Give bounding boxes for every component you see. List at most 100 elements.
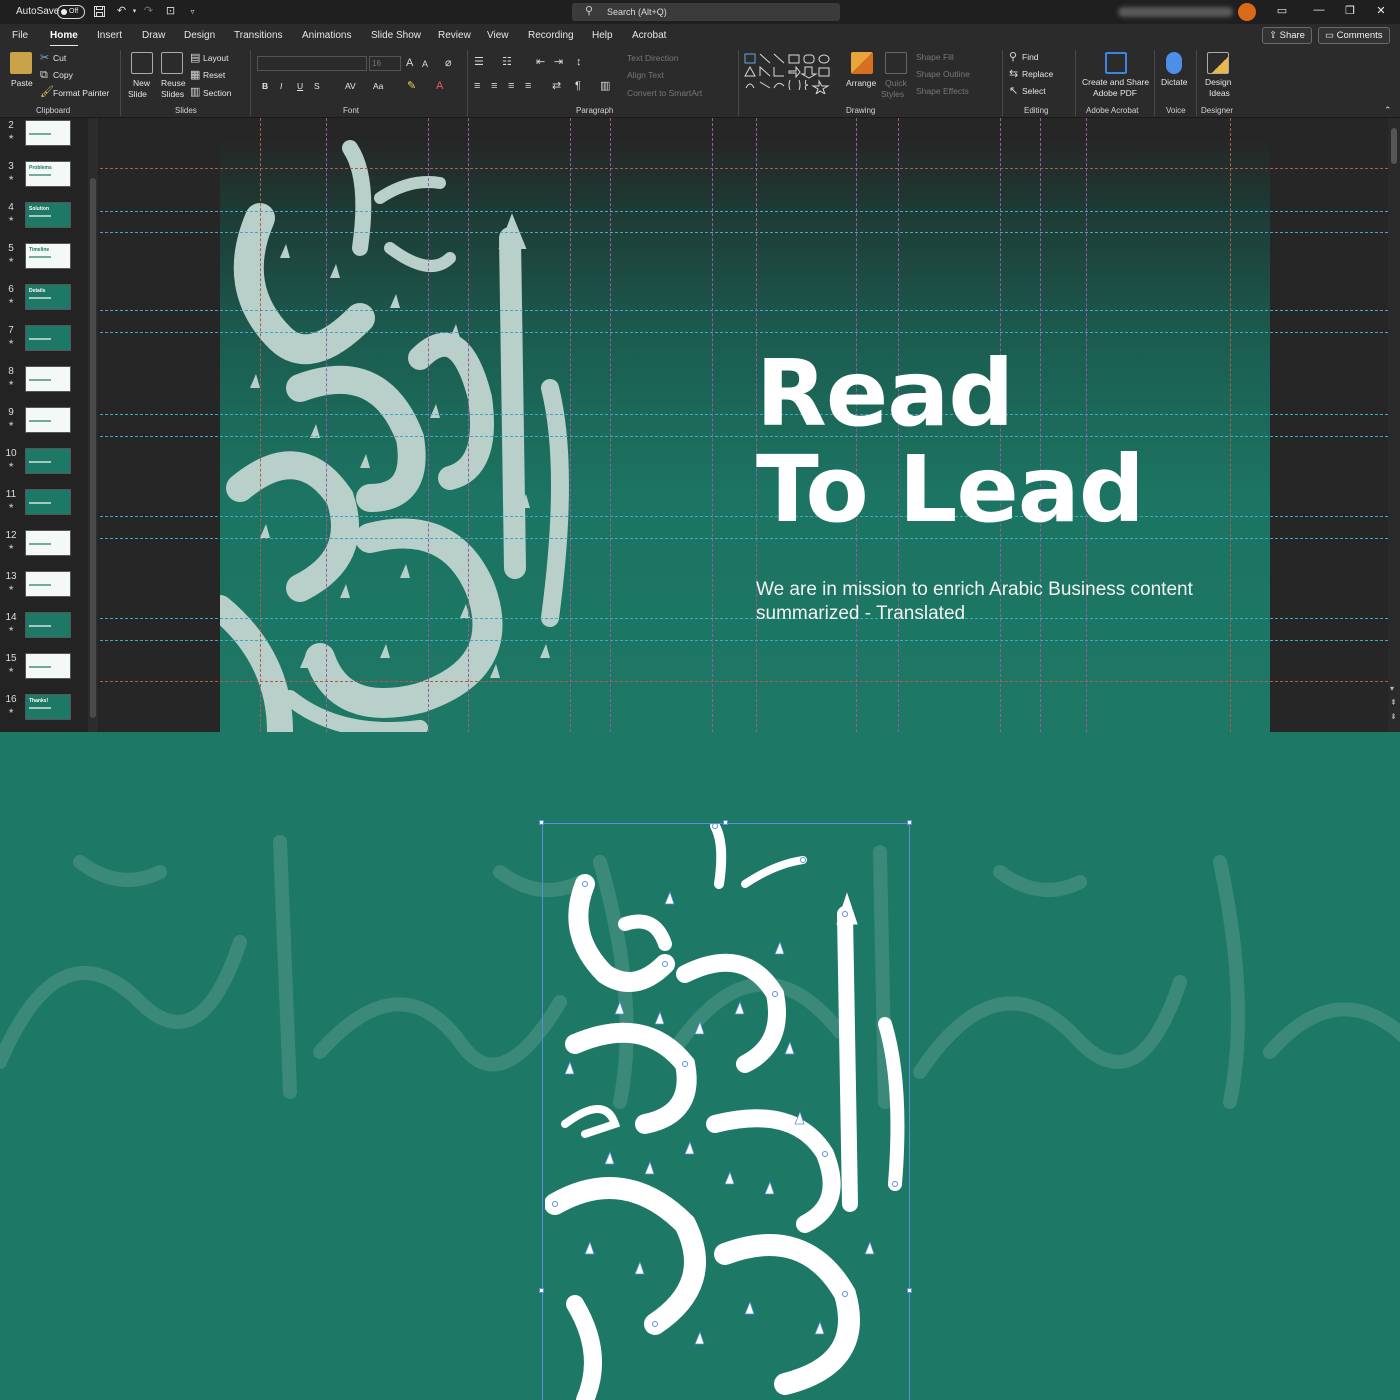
slide-thumbnail-image[interactable]: Solution [25, 202, 71, 228]
quick-styles-label[interactable]: Quick [885, 78, 907, 88]
slide-thumbnail[interactable]: 13 ★ [0, 571, 88, 607]
autosave-toggle[interactable]: Off [57, 5, 85, 19]
slide-thumbnail[interactable]: 8 ★ [0, 366, 88, 402]
slide-thumbnail-image[interactable]: Problems [25, 161, 71, 187]
tab-view[interactable]: View [487, 30, 509, 41]
slide-thumbnail[interactable]: 2 ★ [0, 120, 88, 156]
slide-thumbnail[interactable]: 3 ★ Problems [0, 161, 88, 197]
align-left-icon[interactable]: ≡ [474, 80, 480, 92]
search-box[interactable]: Search (Alt+Q) [572, 3, 840, 21]
arrange-icon[interactable] [851, 52, 873, 74]
restore-icon[interactable]: ❐ [1342, 4, 1358, 17]
resize-handle[interactable] [907, 820, 912, 825]
slide-thumbnail-image[interactable] [25, 366, 71, 392]
find-button[interactable]: Find [1022, 52, 1039, 62]
slide-thumbnail-image[interactable] [25, 407, 71, 433]
tab-acrobat[interactable]: Acrobat [632, 30, 666, 41]
italic-button[interactable]: I [280, 81, 282, 91]
tab-transitions[interactable]: Transitions [234, 30, 283, 41]
close-icon[interactable]: ✕ [1373, 4, 1389, 17]
create-pdf-label-2[interactable]: Adobe PDF [1093, 88, 1137, 98]
slide-thumbnail[interactable]: 14 ★ [0, 612, 88, 648]
slide-thumbnail[interactable]: 9 ★ [0, 407, 88, 443]
reset-button[interactable]: Reset [203, 70, 225, 80]
customize-toolbar-icon[interactable]: ▿ [186, 5, 199, 18]
ribbon-display-icon[interactable]: ▭ [1274, 4, 1290, 17]
font-size-box[interactable]: 16 [369, 56, 401, 71]
thumbnail-scrollbar[interactable] [88, 118, 98, 732]
align-text-button[interactable]: Align Text [627, 70, 664, 80]
decrease-indent-icon[interactable]: ⇤ [536, 56, 545, 68]
slide-thumbnail[interactable]: 12 ★ [0, 530, 88, 566]
highlight-icon[interactable]: ✎ [407, 80, 416, 92]
design-ideas-icon[interactable] [1207, 52, 1229, 74]
tab-animations[interactable]: Animations [302, 30, 351, 41]
slide-thumbnail-image[interactable] [25, 448, 71, 474]
undo-dropdown-icon[interactable]: ▾ [128, 5, 141, 18]
bold-button[interactable]: B [262, 81, 268, 91]
collapse-ribbon-icon[interactable]: ⌃ [1384, 104, 1392, 116]
section-button[interactable]: Section [203, 88, 231, 98]
scroll-down-icon[interactable]: ▾ [1390, 684, 1394, 693]
replace-button[interactable]: Replace [1022, 69, 1053, 79]
reuse-slides-label[interactable]: Reuse [161, 78, 186, 88]
text-direction-rtl-icon[interactable]: ⇄ [552, 80, 561, 92]
align-center-icon[interactable]: ≡ [491, 80, 497, 92]
tab-insert[interactable]: Insert [97, 30, 122, 41]
slide-thumbnail[interactable]: 10 ★ [0, 448, 88, 484]
shape-fill-button[interactable]: Shape Fill [916, 52, 954, 62]
undo-icon[interactable]: ↶ [115, 5, 128, 18]
align-right-icon[interactable]: ≡ [508, 80, 514, 92]
underline-button[interactable]: U [297, 81, 303, 91]
slide-headline[interactable]: Read To Lead [756, 346, 1145, 538]
line-spacing-icon[interactable]: ↕ [576, 56, 582, 68]
create-pdf-label[interactable]: Create and Share [1082, 77, 1149, 87]
next-slide-icon[interactable]: ⇟ [1390, 712, 1397, 721]
slide-thumbnail-image[interactable] [25, 530, 71, 556]
slide-thumbnail[interactable]: 7 ★ [0, 325, 88, 361]
slide-thumbnail-image[interactable]: Details [25, 284, 71, 310]
share-button[interactable]: ⇪ Share [1262, 27, 1312, 44]
paragraph-mark-icon[interactable]: ¶ [575, 80, 581, 92]
microphone-icon[interactable] [1166, 52, 1182, 74]
shadow-button[interactable]: S [314, 81, 320, 91]
numbering-icon[interactable]: ☷ [502, 56, 512, 68]
adobe-pdf-icon[interactable] [1105, 52, 1127, 74]
select-button[interactable]: Select [1022, 86, 1046, 96]
slide-subtitle[interactable]: We are in mission to enrich Arabic Busin… [756, 578, 1296, 626]
reuse-slides-label-2[interactable]: Slides [161, 89, 184, 99]
design-ideas-label-2[interactable]: Ideas [1209, 88, 1230, 98]
tab-file[interactable]: File [12, 30, 28, 41]
reuse-slides-icon[interactable] [161, 52, 183, 74]
slide-thumbnail-image[interactable] [25, 571, 71, 597]
avatar[interactable] [1238, 3, 1256, 21]
convert-smartart-button[interactable]: Convert to SmartArt [627, 88, 702, 98]
columns-icon[interactable]: ▥ [600, 80, 610, 92]
font-color-icon[interactable]: A [436, 80, 443, 92]
previous-slide-icon[interactable]: ⇞ [1390, 698, 1397, 707]
slide-thumbnail[interactable]: 4 ★ Solution [0, 202, 88, 238]
tab-home[interactable]: Home [50, 30, 78, 47]
shrink-font-icon[interactable]: A [422, 58, 428, 70]
slide-thumbnail-image[interactable]: Thanks! [25, 694, 71, 720]
calligraphy-vector-artwork[interactable] [545, 824, 907, 1400]
font-name-box[interactable] [257, 56, 367, 71]
justify-icon[interactable]: ≡ [525, 80, 531, 92]
tab-slide-show[interactable]: Slide Show [371, 30, 421, 41]
grow-font-icon[interactable]: A [406, 57, 413, 69]
scroll-thumb[interactable] [1391, 128, 1397, 164]
resize-handle[interactable] [539, 820, 544, 825]
new-slide-label-2[interactable]: Slide [128, 89, 147, 99]
increase-indent-icon[interactable]: ⇥ [554, 56, 563, 68]
resize-handle[interactable] [539, 1288, 544, 1293]
slide-thumbnail[interactable]: 11 ★ [0, 489, 88, 525]
paste-button[interactable]: Paste [11, 78, 33, 88]
save-icon[interactable] [93, 5, 106, 18]
slide-thumbnail[interactable]: 6 ★ Details [0, 284, 88, 320]
text-direction-button[interactable]: Text Direction [627, 53, 679, 63]
slide-thumbnail-image[interactable] [25, 120, 71, 146]
arrange-button[interactable]: Arrange [846, 78, 876, 88]
copy-button[interactable]: Copy [53, 70, 73, 80]
slide-thumbnail-image[interactable] [25, 325, 71, 351]
new-slide-icon[interactable] [131, 52, 153, 74]
